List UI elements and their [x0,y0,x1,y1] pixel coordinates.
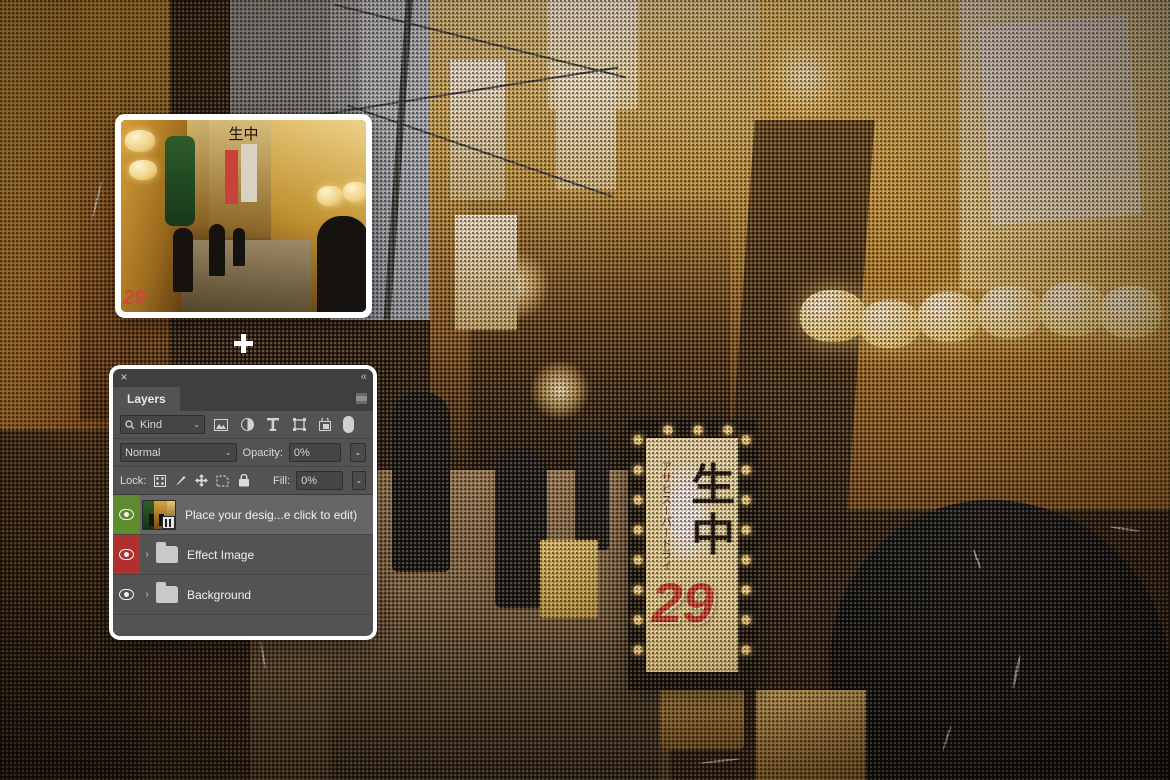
lock-transparent-pixels-icon[interactable] [152,472,167,490]
group-expander-icon[interactable]: › [140,549,154,560]
type-layer-filter-icon[interactable] [263,415,283,434]
design-light-box-sign: 生中 29 [121,120,163,208]
placement-crosshair-marker [234,334,253,353]
film-scratch [700,758,740,764]
placed-design-frame[interactable]: 生中 29 [115,114,372,318]
blend-mode-select[interactable]: Normal ⌄ [120,443,237,462]
eye-icon [119,509,134,520]
pixel-layer-filter-icon[interactable] [211,415,231,434]
lock-fill-row: Lock: Fill: 0% ⌄ [113,467,373,495]
layer-filter-kind-label: Kind [140,419,188,431]
layers-panel[interactable]: × « Layers Kind ⌄ [113,369,373,636]
lock-position-icon[interactable] [194,472,209,490]
opacity-label: Opacity: [243,447,283,459]
shape-layer-filter-icon[interactable] [289,415,309,434]
screenshot-stage: アサヒスーパードライ 生中 29 [0,0,1170,780]
lantern-icon [978,286,1042,338]
folder-icon [156,546,178,563]
sign-vertical-text: アサヒスーパードライ [652,461,672,571]
hanging-sign [455,215,517,330]
layer-visibility-toggle[interactable] [113,575,140,614]
wooden-crate [756,690,866,780]
tab-layers[interactable]: Layers [113,387,180,411]
layer-thumbnail [142,500,176,530]
izakaya-light-box-sign: アサヒスーパードライ 生中 29 [628,420,756,690]
lantern-icon [1040,282,1106,336]
chevron-down-icon: ⌄ [193,420,200,429]
lantern-icon [918,292,980,342]
fill-label: Fill: [273,475,290,487]
eye-icon [119,589,134,600]
street-box [540,540,598,618]
close-icon[interactable]: × [118,371,130,383]
tab-layers-label: Layers [127,392,166,406]
lantern-icon [1100,286,1162,338]
opacity-chevron-down-icon[interactable]: ⌄ [350,443,366,462]
layers-list: Place your desig...e click to edit) › Ef… [113,495,373,615]
sign-kanji-text: 生中 [691,461,730,561]
sign-price-text: 29 [652,570,714,635]
lantern-icon [800,290,866,342]
layer-name: Effect Image [187,548,254,562]
smart-object-filter-icon[interactable] [315,415,335,434]
panel-tabbar: Layers [113,387,373,411]
table-row[interactable]: Place your desig...e click to edit) [113,495,373,535]
filter-enable-toggle[interactable] [343,416,354,433]
panel-footer [113,615,373,636]
design-sign-price: 29 [123,287,145,310]
layer-name: Place your desig...e click to edit) [185,508,357,522]
hanging-sign [556,70,616,190]
layer-filter-kind-select[interactable]: Kind ⌄ [120,415,205,434]
placed-design-photo: 生中 29 [121,120,366,312]
search-icon [125,420,135,430]
barrel [660,680,744,750]
layer-filter-row: Kind ⌄ [113,411,373,439]
collapse-icon[interactable]: « [361,371,367,383]
street-lamp-glow [760,30,850,120]
panel-menu-icon[interactable] [356,393,367,404]
lantern-icon [860,300,920,348]
pedestrian-silhouette [392,392,450,572]
smart-object-badge-icon [162,516,175,529]
blend-opacity-row: Normal ⌄ Opacity: 0% ⌄ [113,439,373,467]
blend-mode-value: Normal [125,447,225,459]
lock-image-pixels-icon[interactable] [173,472,188,490]
lock-all-icon[interactable] [236,472,251,490]
pedestrian-silhouette [575,430,609,550]
table-row[interactable]: › Effect Image [113,535,373,575]
right-illuminated-sign [978,15,1142,225]
lock-label: Lock: [120,475,146,487]
fill-value: 0% [301,475,317,487]
table-row[interactable]: › Background [113,575,373,615]
eye-icon [119,549,134,560]
hanging-sign [450,60,505,200]
film-scratch [1110,526,1140,532]
chevron-down-icon: ⌄ [225,448,232,457]
sign-face: アサヒスーパードライ 生中 29 [646,438,738,672]
layer-visibility-toggle[interactable] [113,495,140,534]
adjustment-layer-filter-icon[interactable] [237,415,257,434]
opacity-input[interactable]: 0% [289,443,341,462]
panel-titlebar: × « [113,369,373,387]
fill-input[interactable]: 0% [296,471,343,490]
design-sign-kanji: 生中 [121,120,366,312]
group-expander-icon[interactable]: › [140,589,154,600]
street-lamp-glow [530,360,590,420]
foreground-person-silhouette [830,500,1170,780]
layer-name: Background [187,588,251,602]
lock-artboard-nesting-icon[interactable] [215,472,230,490]
folder-icon [156,586,178,603]
layer-visibility-toggle[interactable] [113,535,140,574]
fill-chevron-down-icon[interactable]: ⌄ [352,471,366,490]
opacity-value: 0% [294,447,310,459]
